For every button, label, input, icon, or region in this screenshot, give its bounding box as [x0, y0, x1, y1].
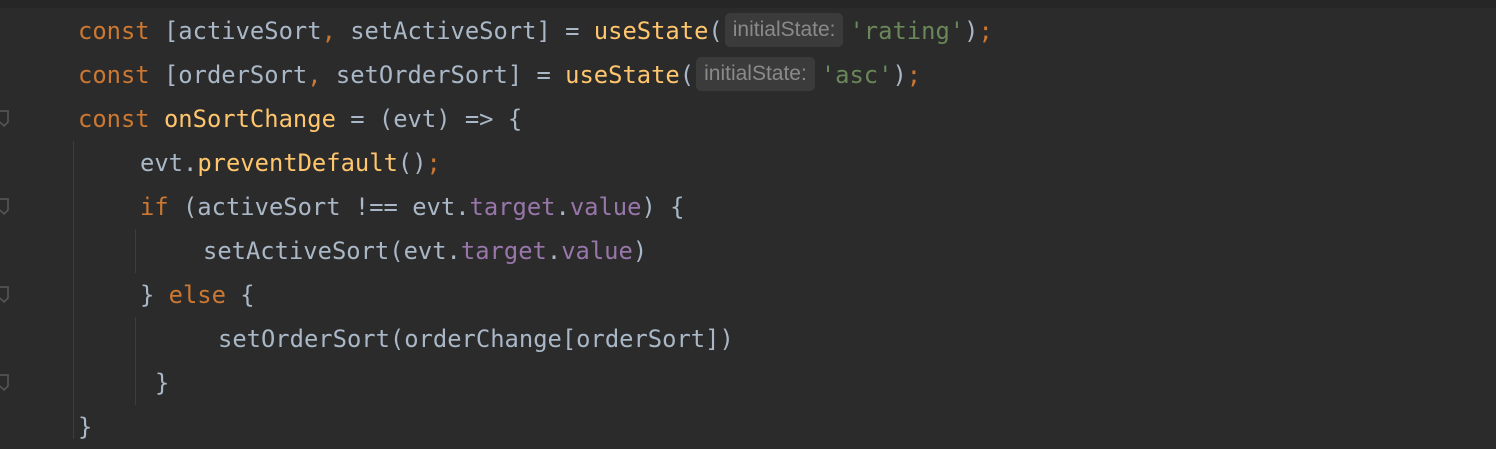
code-line[interactable]: const [orderSort, setOrderSort] = useSta… — [0, 53, 921, 97]
code-token: ( — [679, 61, 695, 89]
code-token: 'asc' — [820, 61, 893, 89]
code-line[interactable]: } — [0, 361, 169, 405]
code-token: ) — [964, 17, 979, 45]
editor-top-edge — [0, 0, 1496, 8]
code-line[interactable]: evt.preventDefault(); — [0, 141, 441, 185]
code-token: ( — [708, 17, 723, 45]
code-token: value — [569, 193, 642, 221]
code-token: [orderSort — [163, 61, 308, 89]
code-token: = (evt) => { — [335, 105, 523, 133]
code-line[interactable]: setOrderSort(orderChange[orderSort]) — [0, 317, 734, 361]
code-token: () — [397, 149, 427, 177]
code-token: setOrderSort] = — [335, 61, 566, 89]
code-token: ) { — [641, 193, 685, 221]
code-token: onSortChange — [163, 105, 336, 133]
code-token: const — [78, 61, 164, 89]
parameter-hint: initialState: — [696, 57, 815, 91]
code-token: (activeSort !== evt. — [182, 193, 470, 221]
code-token: const — [78, 105, 164, 133]
code-token: setActiveSort(evt. — [203, 237, 461, 265]
code-token: , — [321, 17, 351, 45]
code-token: ) — [632, 237, 648, 265]
code-line[interactable]: } else { — [0, 273, 255, 317]
code-token: value — [561, 237, 633, 265]
code-token: if — [140, 193, 183, 221]
code-line[interactable]: if (activeSort !== evt.target.value) { — [0, 185, 684, 229]
code-token: } — [155, 369, 170, 397]
code-token: , — [307, 61, 336, 89]
code-token: ; — [978, 17, 993, 45]
code-token: 'rating' — [849, 17, 965, 45]
code-token: useState — [565, 61, 680, 89]
code-token: target — [460, 237, 547, 265]
code-token: { — [240, 281, 255, 309]
code-token: useState — [593, 17, 709, 45]
code-token: ; — [906, 61, 922, 89]
code-token: ) — [892, 61, 907, 89]
code-token: evt. — [140, 149, 198, 177]
code-token: else — [168, 281, 241, 309]
code-token: const — [78, 17, 164, 45]
code-token: ; — [426, 149, 441, 177]
code-token: setActiveSort] = — [350, 17, 594, 45]
code-token: preventDefault — [197, 149, 398, 177]
code-token: [activeSort — [163, 17, 322, 45]
code-token: setOrderSort(orderChange[orderSort]) — [218, 325, 734, 353]
parameter-hint: initialState: — [724, 13, 844, 47]
code-editor[interactable]: const [activeSort, setActiveSort] = useS… — [0, 0, 1496, 442]
code-token: target — [469, 193, 556, 221]
code-token: . — [546, 237, 562, 265]
code-token: } — [140, 281, 169, 309]
code-line[interactable]: } — [0, 405, 92, 449]
code-line[interactable]: const onSortChange = (evt) => { — [0, 97, 522, 141]
code-token: . — [555, 193, 570, 221]
code-token: } — [78, 413, 93, 441]
code-line[interactable]: const [activeSort, setActiveSort] = useS… — [0, 9, 993, 53]
code-line[interactable]: setActiveSort(evt.target.value) — [0, 229, 647, 273]
